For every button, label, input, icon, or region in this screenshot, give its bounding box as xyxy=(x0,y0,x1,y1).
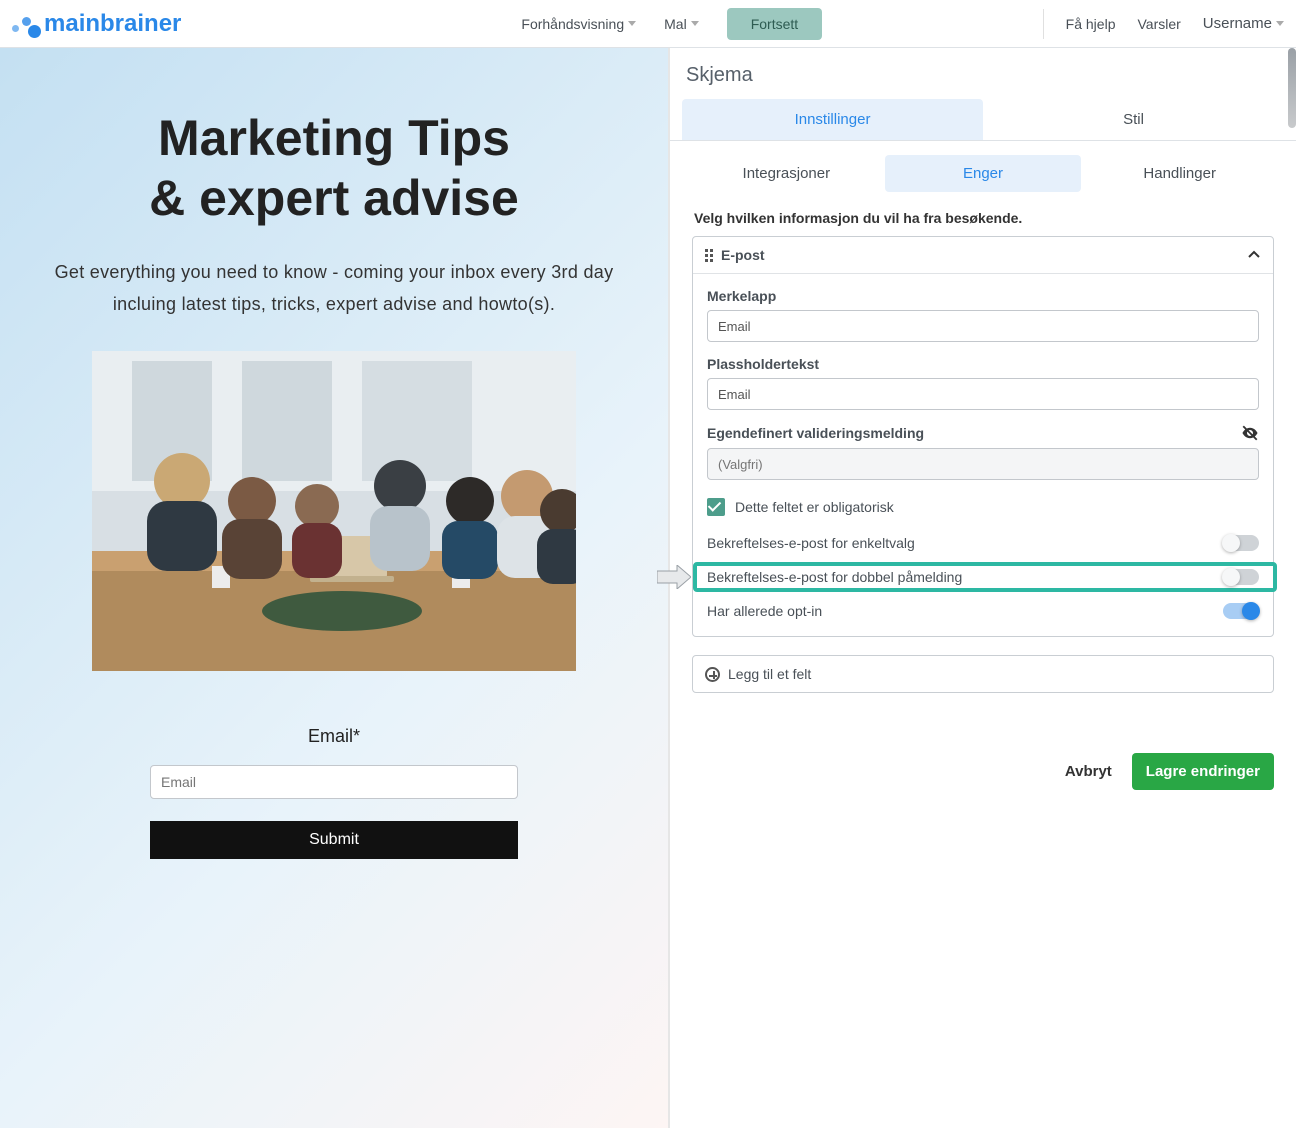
separator xyxy=(1043,9,1044,39)
preview-email-label: Email* xyxy=(30,726,638,747)
chevron-up-icon[interactable] xyxy=(1247,248,1261,262)
highlighted-double-optin: Bekreftelses-e-post for dobbel påmelding xyxy=(693,562,1273,592)
preview-email-input[interactable] xyxy=(150,765,518,799)
preview-heading: Marketing Tips & expert advise xyxy=(30,108,638,228)
drag-handle-icon[interactable] xyxy=(705,249,713,262)
toggle-single-optin: Bekreftelses-e-post for enkeltvalg xyxy=(707,528,1259,558)
settings-panel: Skjema Innstillinger Stil Integrasjoner … xyxy=(668,48,1296,1128)
preview-canvas: Marketing Tips & expert advise Get every… xyxy=(0,48,668,1128)
subtab-enger[interactable]: Enger xyxy=(885,155,1082,192)
card-header[interactable]: E-post xyxy=(693,237,1273,274)
panel-subtabs: Integrasjoner Enger Handlinger xyxy=(670,141,1296,192)
nav-center: Forhåndsvisning Mal Fortsett xyxy=(521,8,822,40)
logo[interactable]: mainmainbrainerbrainer xyxy=(12,10,181,38)
preview-subtitle: Get everything you need to know - coming… xyxy=(30,256,638,321)
section-description: Velg hvilken informasjon du vil ha fra b… xyxy=(670,192,1296,236)
card-title: E-post xyxy=(721,247,765,263)
logo-icon xyxy=(12,11,38,37)
checkbox-required-row[interactable]: Dette feltet er obligatorisk xyxy=(707,498,1259,516)
continue-button[interactable]: Fortsett xyxy=(727,8,822,40)
input-placeholder[interactable] xyxy=(707,378,1259,410)
panel-actions: Avbryt Lagre endringer xyxy=(670,693,1296,790)
nav-template[interactable]: Mal xyxy=(664,16,699,32)
caret-down-icon xyxy=(691,21,699,26)
checkbox-label: Dette feltet er obligatorisk xyxy=(735,499,894,515)
nav-help[interactable]: Få hjelp xyxy=(1066,16,1116,32)
preview-hero-image xyxy=(92,351,576,671)
plus-circle-icon xyxy=(705,667,720,682)
eye-off-icon[interactable] xyxy=(1241,424,1259,442)
checkbox-checked-icon[interactable] xyxy=(707,498,725,516)
label-merkelapp: Merkelapp xyxy=(707,288,1259,304)
caret-down-icon xyxy=(1276,21,1284,26)
callout-arrow-icon xyxy=(657,565,691,589)
caret-down-icon xyxy=(628,21,636,26)
logo-text: mainmainbrainerbrainer xyxy=(44,10,181,38)
toggle-double-optin: Bekreftelses-e-post for dobbel påmelding xyxy=(707,562,1259,592)
panel-tabs: Innstillinger Stil xyxy=(670,99,1296,141)
input-merkelapp[interactable] xyxy=(707,310,1259,342)
subtab-integrations[interactable]: Integrasjoner xyxy=(688,155,885,192)
add-field-button[interactable]: Legg til et felt xyxy=(692,655,1274,693)
label-placeholder: Plassholdertekst xyxy=(707,356,1259,372)
user-menu[interactable]: Username xyxy=(1203,15,1284,32)
cancel-button[interactable]: Avbryt xyxy=(1065,763,1112,780)
save-button[interactable]: Lagre endringer xyxy=(1132,753,1274,790)
tab-style[interactable]: Stil xyxy=(983,99,1284,140)
preview-submit-button[interactable]: Submit xyxy=(150,821,518,859)
preview-form: Email* Submit xyxy=(30,726,638,859)
tab-settings[interactable]: Innstillinger xyxy=(682,99,983,140)
input-validation xyxy=(707,448,1259,480)
panel-title: Skjema xyxy=(670,48,1296,99)
switch-double-optin[interactable] xyxy=(1223,569,1259,585)
nav-right: Få hjelp Varsler Username xyxy=(1043,9,1284,39)
toggle-already-optin: Har allerede opt-in xyxy=(707,596,1259,626)
top-nav: mainmainbrainerbrainer Forhåndsvisning M… xyxy=(0,0,1296,48)
field-card-email: E-post Merkelapp Plassholdertekst Egende… xyxy=(692,236,1274,637)
switch-already-optin[interactable] xyxy=(1223,603,1259,619)
label-validation: Egendefinert valideringsmelding xyxy=(707,424,1259,442)
nav-preview[interactable]: Forhåndsvisning xyxy=(521,16,636,32)
nav-alerts[interactable]: Varsler xyxy=(1137,16,1180,32)
switch-single-optin[interactable] xyxy=(1223,535,1259,551)
subtab-actions[interactable]: Handlinger xyxy=(1081,155,1278,192)
